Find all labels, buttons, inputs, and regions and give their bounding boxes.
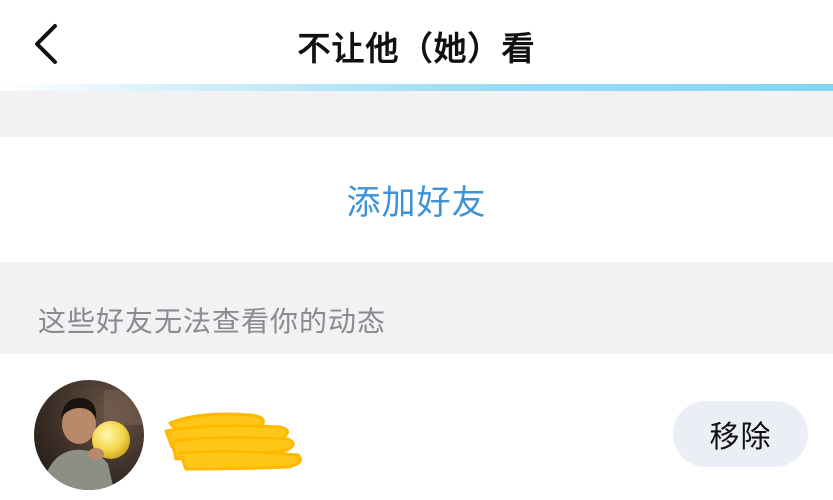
redacted-name — [160, 405, 310, 475]
header-bar: 不让他（她）看 — [0, 0, 833, 86]
page-title: 不让他（她）看 — [297, 29, 536, 68]
section-description: 这些好友无法查看你的动态 — [38, 305, 387, 338]
add-friend-label: 添加好友 — [346, 183, 487, 223]
header-accent-line — [0, 84, 833, 91]
friend-avatar[interactable] — [34, 380, 144, 490]
add-friend-row[interactable]: 添加好友 — [0, 137, 833, 262]
remove-button[interactable]: 移除 — [673, 401, 808, 467]
redaction-scribble — [164, 412, 302, 471]
user-avatar — [34, 380, 144, 490]
spacer-band — [0, 91, 833, 137]
